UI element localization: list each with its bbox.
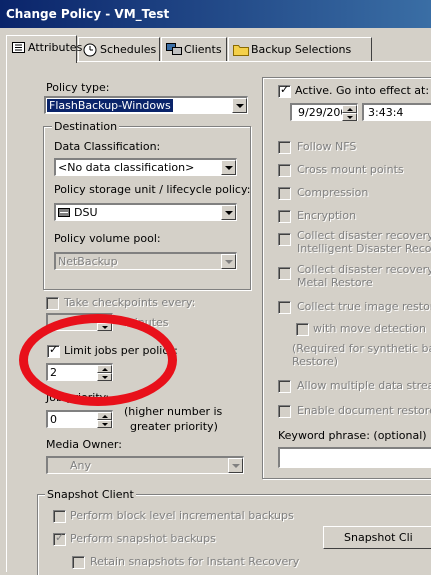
collect-dr-idr-checkbox[interactable]	[278, 233, 291, 246]
tab-label: Backup Selections	[251, 43, 352, 56]
media-owner-select[interactable]: Any	[46, 456, 244, 474]
storage-unit-label: Policy storage unit / lifecycle policy:	[54, 183, 251, 196]
snapshot-client-button-label: Snapshot Cli	[344, 531, 413, 544]
chevron-down-icon[interactable]	[221, 160, 236, 175]
title-bar[interactable]: Change Policy - VM_Test	[0, 0, 431, 28]
volume-pool-label: Policy volume pool:	[54, 232, 161, 245]
collect-dr-idr-label-1: Collect disaster recovery in	[297, 229, 431, 242]
policy-type-label: Policy type:	[46, 81, 110, 94]
cross-mount-label: Cross mount points	[297, 163, 404, 176]
take-checkpoints-checkbox[interactable]	[46, 297, 59, 310]
window-title: Change Policy - VM_Test	[6, 7, 170, 21]
collect-dr-bmr-label-2: Metal Restore	[297, 276, 373, 289]
destination-title: Destination	[52, 120, 120, 133]
keyword-input[interactable]	[278, 447, 431, 468]
checkmark-icon: ✓	[280, 83, 290, 96]
tab-backup-selections[interactable]: Backup Selections	[228, 37, 372, 62]
tab-label: Schedules	[100, 43, 157, 56]
volume-pool-select[interactable]: NetBackup	[54, 252, 237, 270]
required-note-1: (Required for synthetic bac	[292, 342, 431, 355]
policy-type-value: FlashBackup-Windows	[47, 99, 173, 112]
keyword-label: Keyword phrase: (optional)	[278, 429, 427, 442]
perform-snapshot-checkbox[interactable]: ✓	[53, 531, 66, 546]
follow-nfs-label: Follow NFS	[297, 140, 357, 153]
time-picker[interactable]: 3:43:4	[362, 103, 431, 121]
tab-label: Clients	[184, 43, 222, 56]
encryption-checkbox[interactable]	[278, 210, 291, 223]
attributes-icon	[12, 42, 25, 53]
tab-attributes[interactable]: Attributes	[6, 35, 82, 63]
tab-label: Attributes	[28, 41, 83, 54]
date-picker[interactable]: 9/29/2007	[290, 103, 358, 121]
data-classification-label: Data Classification:	[54, 140, 161, 153]
allow-multiple-label: Allow multiple data stream	[297, 379, 431, 392]
move-detection-label: with move detection	[313, 322, 427, 335]
data-classification-value: <No data classification>	[58, 161, 195, 174]
collect-dr-idr-label-2: Intelligent Disaster Recov	[297, 242, 431, 255]
tab-schedules[interactable]: Schedules	[78, 37, 160, 62]
folder-icon	[233, 45, 249, 56]
encryption-label: Encryption	[297, 209, 357, 222]
storage-unit-select[interactable]: DSU	[54, 203, 237, 221]
job-priority-spinner[interactable]: 0	[46, 410, 113, 428]
annotation-circle	[19, 314, 177, 406]
checkmark-icon: ✓	[55, 531, 65, 544]
collect-dr-bmr-label-1: Collect disaster recovery in	[297, 263, 431, 276]
collect-true-image-label: Collect true image restore	[297, 300, 431, 313]
active-label: Active. Go into effect at:	[295, 84, 430, 97]
collect-true-image-checkbox[interactable]	[278, 301, 291, 314]
retain-snapshots-label: Retain snapshots for Instant Recovery	[90, 555, 300, 568]
take-checkpoints-label: Take checkpoints every:	[64, 296, 196, 309]
data-classification-select[interactable]: <No data classification>	[54, 158, 237, 176]
disk-icon	[58, 208, 70, 217]
perform-snapshot-label: Perform snapshot backups	[70, 532, 216, 545]
chevron-down-icon[interactable]	[232, 98, 247, 113]
job-priority-hint-2: greater priority)	[130, 420, 218, 433]
volume-pool-value: NetBackup	[58, 255, 118, 268]
time-value: 3:43:4	[368, 106, 404, 119]
job-priority-value: 0	[50, 413, 57, 426]
enable-doc-restore-label: Enable document restore	[297, 404, 431, 417]
spinner-buttons[interactable]	[342, 105, 357, 121]
chevron-down-icon[interactable]	[228, 458, 243, 473]
snapshot-title: Snapshot Client	[45, 488, 136, 501]
follow-nfs-checkbox[interactable]	[278, 141, 291, 154]
cross-mount-checkbox[interactable]	[278, 164, 291, 177]
storage-unit-value: DSU	[74, 206, 98, 219]
media-owner-value: Any	[70, 459, 92, 472]
clock-icon	[83, 43, 97, 57]
compression-checkbox[interactable]	[278, 187, 291, 200]
block-level-label: Perform block level incremental backups	[70, 509, 294, 522]
chevron-down-icon[interactable]	[221, 205, 236, 220]
compression-label: Compression	[297, 186, 369, 199]
snapshot-client-button[interactable]: Snapshot Cli	[323, 526, 431, 549]
collect-dr-bmr-checkbox[interactable]	[278, 267, 291, 280]
media-owner-label: Media Owner:	[46, 438, 122, 451]
retain-snapshots-checkbox[interactable]	[72, 556, 85, 569]
spinner-buttons[interactable]	[97, 412, 112, 428]
clients-icon	[166, 43, 182, 55]
tab-clients[interactable]: Clients	[161, 37, 227, 62]
active-checkbox[interactable]: ✓	[278, 83, 291, 98]
block-level-checkbox[interactable]	[53, 510, 66, 523]
policy-type-select[interactable]: FlashBackup-Windows	[44, 96, 248, 114]
enable-doc-restore-checkbox[interactable]	[278, 405, 291, 418]
job-priority-hint-1: (higher number is	[124, 405, 223, 418]
required-note-2: Restore)	[292, 355, 339, 368]
chevron-down-icon[interactable]	[221, 254, 236, 269]
move-detection-checkbox[interactable]	[296, 323, 309, 336]
allow-multiple-checkbox[interactable]	[278, 380, 291, 393]
